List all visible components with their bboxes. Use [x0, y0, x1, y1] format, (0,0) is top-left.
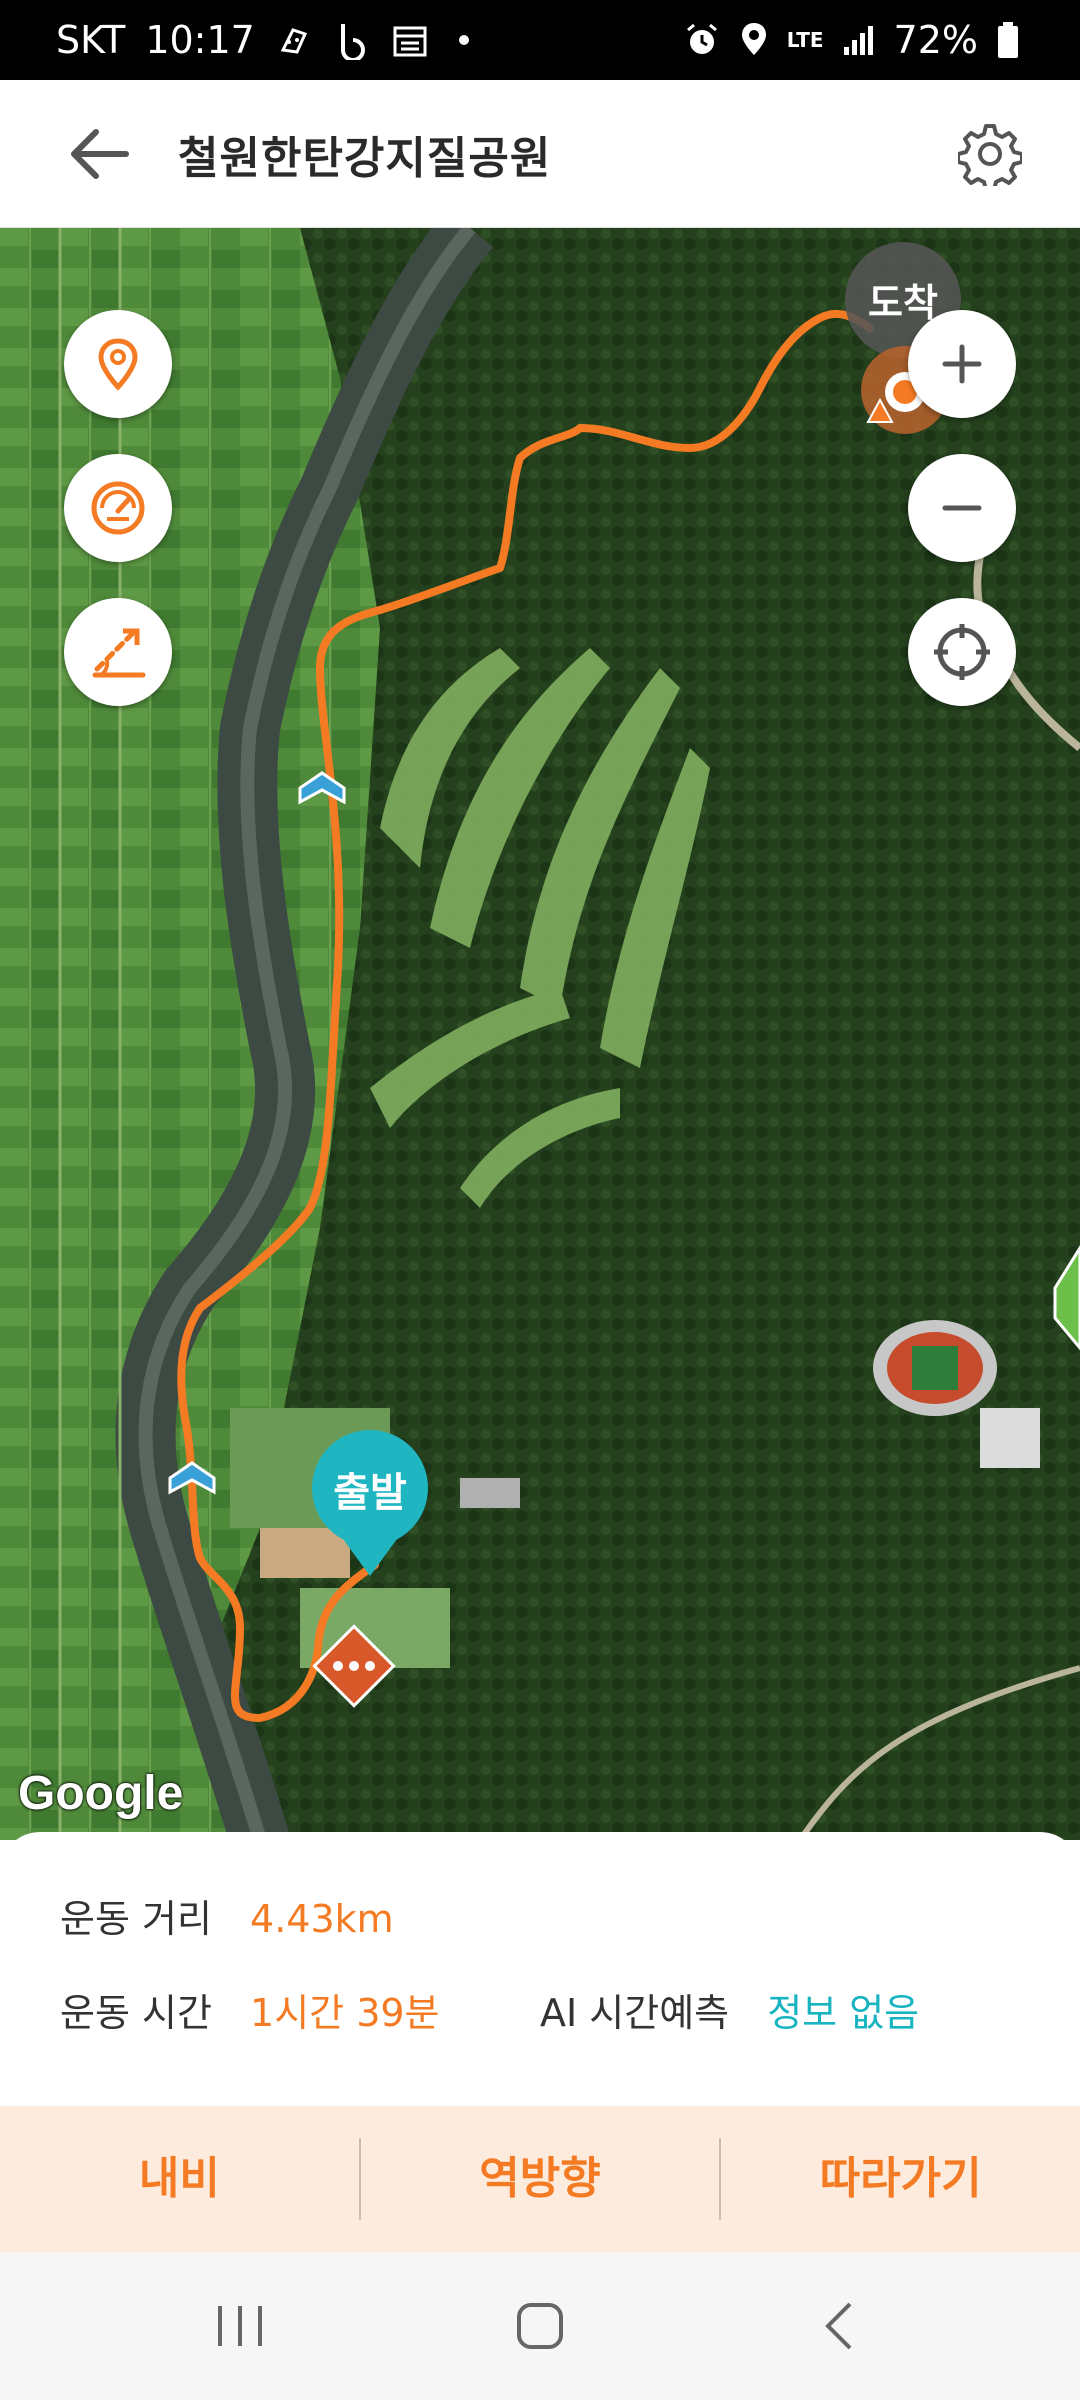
- recent-apps-icon: [218, 2306, 262, 2346]
- carrier-text: SKT: [56, 18, 126, 62]
- satellite-imagery: [0, 228, 1080, 1840]
- zoom-in-button[interactable]: [908, 310, 1016, 418]
- system-navigation-bar: [0, 2252, 1080, 2400]
- follow-button[interactable]: 따라가기: [721, 2139, 1080, 2219]
- arrow-left-icon: [71, 129, 129, 179]
- map-view[interactable]: 도착 출발 Google: [0, 228, 1080, 1840]
- recent-apps-button[interactable]: [200, 2296, 280, 2356]
- ai-prediction-value: 정보 없음: [767, 1991, 920, 2035]
- ai-prediction-label: AI 시간예측: [540, 1991, 730, 2035]
- signal-icon: [842, 23, 876, 57]
- info-panel: 운동 거리 4.43km 운동 시간 1시간 39분 AI 시간예측 정보 없음: [0, 1832, 1080, 2106]
- time-label: 운동 시간: [60, 1991, 212, 2035]
- zoom-out-icon: [942, 505, 982, 511]
- time-row: 운동 시간 1시간 39분: [60, 1982, 440, 2037]
- gear-icon: [956, 124, 1024, 192]
- home-icon: [517, 2303, 563, 2349]
- crosshair-icon: [934, 624, 990, 680]
- distance-label: 운동 거리: [60, 1897, 212, 1941]
- distance-value: 4.43km: [250, 1897, 394, 1941]
- back-button[interactable]: [66, 124, 136, 184]
- band-app-icon: [335, 20, 371, 60]
- distance-row: 운동 거리 4.43km: [60, 1888, 394, 1943]
- page-title: 철원한탄강지질공원: [178, 133, 552, 184]
- clock-text: 10:17: [145, 18, 255, 62]
- elevation-icon: [92, 628, 146, 678]
- notification-dot-icon: [449, 25, 479, 55]
- settings-button[interactable]: [956, 122, 1024, 192]
- calendar-icon: [391, 21, 429, 59]
- location-icon: [739, 21, 769, 59]
- status-bar: SKT 10:17 LTE 72%: [0, 0, 1080, 80]
- battery-percent-text: 72%: [893, 18, 978, 62]
- home-button[interactable]: [500, 2296, 580, 2356]
- location-pin-icon: [98, 338, 138, 391]
- my-location-button[interactable]: [64, 310, 172, 418]
- alarm-icon: [683, 21, 721, 59]
- navi-button[interactable]: 내비: [0, 2139, 359, 2219]
- back-nav-button[interactable]: [800, 2296, 880, 2356]
- battery-icon: [996, 20, 1020, 60]
- speedometer-icon: [91, 481, 145, 535]
- action-bar: 내비 역방향 따라가기: [0, 2106, 1080, 2252]
- time-value: 1시간 39분: [250, 1991, 440, 2035]
- network-type-text: LTE: [786, 28, 824, 52]
- google-logo: Google: [18, 1767, 184, 1820]
- zoom-out-button[interactable]: [908, 454, 1016, 562]
- reverse-direction-button[interactable]: 역방향: [361, 2139, 720, 2219]
- zoom-in-icon: [942, 344, 982, 384]
- speed-button[interactable]: [64, 454, 172, 562]
- back-chevron-icon: [825, 2302, 852, 2350]
- elevation-button[interactable]: [64, 598, 172, 706]
- ai-prediction-row: AI 시간예측 정보 없음: [540, 1982, 919, 2037]
- app-bar: 철원한탄강지질공원: [0, 80, 1080, 228]
- recenter-button[interactable]: [908, 598, 1016, 706]
- start-marker-label[interactable]: 출발: [312, 1460, 428, 1518]
- walking-app-icon: [275, 20, 315, 60]
